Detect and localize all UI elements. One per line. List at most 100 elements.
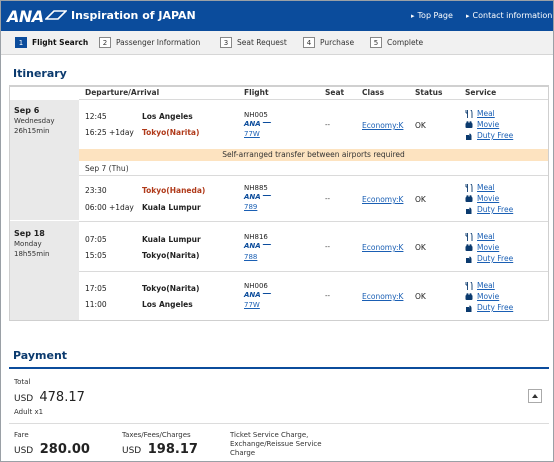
outbound-date: Sep 6 bbox=[14, 106, 40, 115]
col-departure-arrival: Departure/Arrival bbox=[85, 88, 160, 97]
meal-link[interactable]: Meal bbox=[477, 232, 495, 241]
movie-link[interactable]: Movie bbox=[477, 120, 499, 129]
meal-link[interactable]: Meal bbox=[477, 109, 495, 118]
segment-2-status: OK bbox=[415, 195, 426, 204]
segment-3-status: OK bbox=[415, 243, 426, 252]
date-cell-outbound: Sep 6 Wednesday 26h15min bbox=[10, 100, 79, 220]
col-class: Class bbox=[362, 88, 385, 97]
taxes-amount: USD 198.17 bbox=[122, 442, 198, 457]
col-seat: Seat bbox=[325, 88, 345, 97]
segment-3-dep-city: Kuala Lumpur bbox=[142, 235, 201, 244]
segment-4-dep-time: 17:05 bbox=[85, 284, 107, 293]
meal-link[interactable]: Meal bbox=[477, 183, 495, 192]
segment-2-flight-number: NH885 bbox=[244, 184, 268, 192]
connection-date: Sep 7 (Thu) bbox=[85, 164, 129, 173]
ticket-service-charge-label: Ticket Service Charge, Exchange/Reissue … bbox=[230, 431, 322, 457]
segment-4-seat: -- bbox=[325, 292, 331, 300]
segment-4-arr-city: Los Angeles bbox=[142, 300, 193, 309]
segment-3-arr-time: 15:05 bbox=[85, 251, 107, 260]
payment-breakdown-divider bbox=[9, 423, 549, 424]
movie-link[interactable]: Movie bbox=[477, 194, 499, 203]
itinerary-title: Itinerary bbox=[13, 67, 67, 80]
movie-icon bbox=[465, 195, 473, 203]
return-weekday: Monday bbox=[14, 240, 42, 248]
segment-4-flight-number: NH006 bbox=[244, 282, 268, 290]
step-passenger-information: 2 Passenger Information bbox=[99, 37, 200, 49]
segment-3-dep-time: 07:05 bbox=[85, 235, 107, 244]
col-service: Service bbox=[465, 88, 497, 97]
segment-2-arr-time: 06:00 +1day bbox=[85, 203, 134, 212]
row-divider bbox=[79, 99, 548, 100]
segment-1-class-link[interactable]: Economy:K bbox=[362, 121, 403, 130]
duty-free-link[interactable]: Duty Free bbox=[477, 303, 513, 312]
col-flight: Flight bbox=[244, 88, 269, 97]
segment-4-arr-time: 11:00 bbox=[85, 300, 107, 309]
duty-free-link[interactable]: Duty Free bbox=[477, 131, 513, 140]
step-flight-search: 1 Flight Search bbox=[15, 37, 88, 49]
step-purchase: 4 Purchase bbox=[303, 37, 354, 49]
duty-free-icon bbox=[465, 304, 473, 312]
segment-4-aircraft-link[interactable]: 77W bbox=[244, 301, 260, 309]
payment-title: Payment bbox=[13, 349, 68, 362]
movie-icon bbox=[465, 293, 473, 301]
segment-1-arr-time: 16:25 +1day bbox=[85, 128, 134, 137]
segment-4-dep-city: Tokyo(Narita) bbox=[142, 284, 200, 293]
step-seat-request: 3 Seat Request bbox=[220, 37, 287, 49]
segment-2-aircraft-link[interactable]: 789 bbox=[244, 203, 257, 211]
segment-2-seat: -- bbox=[325, 195, 331, 203]
segment-1-dep-time: 12:45 bbox=[85, 112, 107, 121]
outbound-weekday: Wednesday bbox=[14, 117, 55, 125]
segment-3-aircraft-link[interactable]: 788 bbox=[244, 253, 257, 261]
ana-airline-icon: ANA bbox=[244, 120, 271, 128]
ana-airline-icon: ANA bbox=[244, 242, 271, 250]
segment-2-class-link[interactable]: Economy:K bbox=[362, 195, 403, 204]
row-divider bbox=[79, 221, 548, 222]
total-collapse-button[interactable] bbox=[528, 389, 542, 403]
segment-4-status: OK bbox=[415, 292, 426, 301]
date-cell-return: Sep 18 Monday 18h55min bbox=[10, 221, 79, 320]
contact-information-link[interactable]: ▸ Contact information bbox=[466, 11, 552, 20]
fare-amount: USD 280.00 bbox=[14, 442, 90, 457]
site-header: ANA Inspiration of JAPAN ▸ Top Page ▸ Cont… bbox=[1, 1, 553, 31]
duty-free-link[interactable]: Duty Free bbox=[477, 254, 513, 263]
segment-1-dep-city: Los Angeles bbox=[142, 112, 193, 121]
segment-1-flight-number: NH005 bbox=[244, 111, 268, 119]
segment-4-class-link[interactable]: Economy:K bbox=[362, 292, 403, 301]
meal-icon bbox=[465, 109, 473, 118]
ana-logo[interactable]: ANA bbox=[7, 7, 44, 26]
meal-icon bbox=[465, 232, 473, 241]
col-status: Status bbox=[415, 88, 443, 97]
meal-link[interactable]: Meal bbox=[477, 281, 495, 290]
progress-steps: 1 Flight Search 2 Passenger Information 3S… bbox=[1, 31, 553, 55]
movie-link[interactable]: Movie bbox=[477, 292, 499, 301]
segment-2-dep-time: 23:30 bbox=[85, 186, 107, 195]
segment-3-class-link[interactable]: Economy:K bbox=[362, 243, 403, 252]
meal-icon bbox=[465, 281, 473, 290]
total-label: Total bbox=[14, 378, 31, 386]
duty-free-link[interactable]: Duty Free bbox=[477, 205, 513, 214]
step-complete: 5 Complete bbox=[370, 37, 423, 49]
movie-icon bbox=[465, 244, 473, 252]
outbound-duration: 26h15min bbox=[14, 127, 50, 135]
segment-1-arr-city: Tokyo(Narita) bbox=[142, 128, 200, 137]
page-frame: ANA Inspiration of JAPAN ▸ Top Page ▸ Cont… bbox=[0, 0, 554, 462]
passenger-count: Adult x1 bbox=[14, 408, 44, 416]
top-page-link[interactable]: ▸ Top Page bbox=[411, 11, 453, 20]
duty-free-icon bbox=[465, 132, 473, 140]
transfer-notice: Self-arranged transfer between airports … bbox=[79, 149, 548, 161]
arrow-bullet-icon: ▸ bbox=[466, 12, 470, 20]
meal-icon bbox=[465, 183, 473, 192]
movie-link[interactable]: Movie bbox=[477, 243, 499, 252]
duty-free-icon bbox=[465, 255, 473, 263]
segment-3-flight-number: NH816 bbox=[244, 233, 268, 241]
site-title: Inspiration of JAPAN bbox=[71, 9, 196, 22]
segment-2-arr-city: Kuala Lumpur bbox=[142, 203, 201, 212]
movie-icon bbox=[465, 121, 473, 129]
segment-1-seat: -- bbox=[325, 121, 331, 129]
ana-airline-icon: ANA bbox=[244, 193, 271, 201]
fare-label: Fare bbox=[14, 431, 29, 439]
payment-divider bbox=[9, 367, 549, 369]
total-amount: USD 478.17 bbox=[14, 390, 85, 405]
ana-swoosh-icon bbox=[45, 10, 67, 20]
segment-1-aircraft-link[interactable]: 77W bbox=[244, 130, 260, 138]
